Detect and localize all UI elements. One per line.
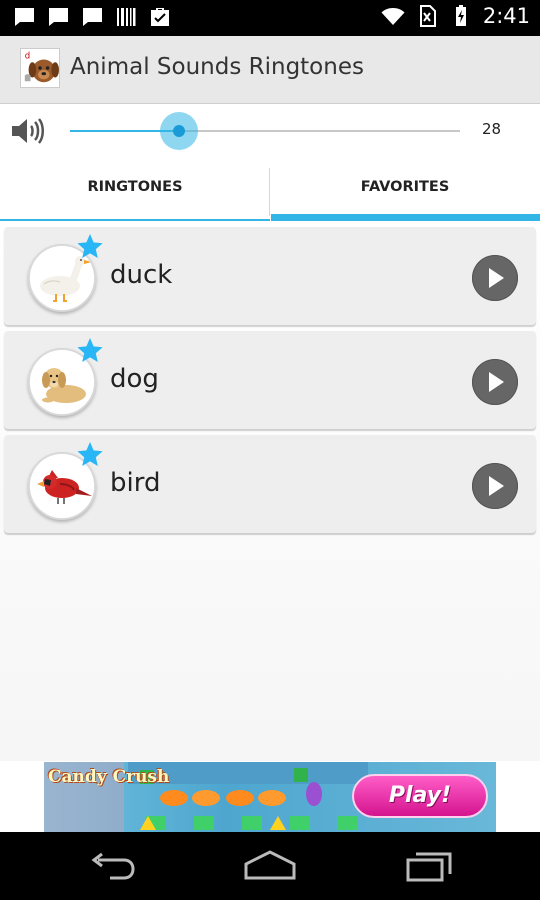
- tab-ringtones[interactable]: RINGTONES: [0, 164, 270, 221]
- clock: 2:41: [482, 4, 530, 28]
- message-icon: [82, 8, 102, 26]
- message-icon: [48, 8, 68, 26]
- barcode-icon: [117, 8, 136, 26]
- navigation-bar: [0, 832, 540, 900]
- ad-brand-logo: Candy Crush: [48, 767, 170, 787]
- notification-icons: [12, 5, 172, 29]
- play-icon: [489, 268, 504, 288]
- system-icons: 2:41: [381, 4, 530, 28]
- play-button[interactable]: [472, 463, 518, 509]
- message-icon: [14, 8, 34, 26]
- ad-banner[interactable]: Candy Crush Play!: [44, 762, 496, 832]
- play-button[interactable]: [472, 359, 518, 405]
- item-label: dog: [110, 364, 159, 394]
- ad-play-button[interactable]: Play!: [352, 774, 488, 818]
- item-label: bird: [110, 468, 161, 498]
- volume-value: 28: [482, 120, 502, 138]
- speaker-icon[interactable]: [10, 116, 44, 146]
- play-icon: [489, 476, 504, 496]
- battery-charging-icon: [455, 5, 466, 26]
- recents-icon[interactable]: [398, 846, 458, 886]
- home-icon[interactable]: [240, 846, 300, 886]
- favorite-star-icon[interactable]: [76, 441, 104, 469]
- tab-bar: RINGTONES FAVORITES: [0, 164, 540, 221]
- svg-text:d: d: [25, 52, 30, 62]
- list-item-dog[interactable]: dog: [4, 331, 536, 429]
- favorite-star-icon[interactable]: [76, 337, 104, 365]
- tab-favorites[interactable]: FAVORITES: [270, 164, 540, 221]
- no-sim-icon: [419, 5, 436, 27]
- back-icon[interactable]: [82, 846, 142, 886]
- play-icon: [489, 372, 504, 392]
- favorites-list: duck dog bird: [0, 221, 540, 761]
- action-bar: d Animal Sounds Ringtones: [0, 36, 540, 104]
- play-button[interactable]: [472, 255, 518, 301]
- volume-row: 28: [0, 104, 540, 160]
- tab-favorites-indicator: [271, 214, 540, 221]
- favorite-star-icon[interactable]: [76, 233, 104, 261]
- item-label: duck: [110, 260, 173, 290]
- status-bar: 2:41: [0, 0, 540, 36]
- list-item-bird[interactable]: bird: [4, 435, 536, 533]
- app-title: Animal Sounds Ringtones: [70, 54, 364, 80]
- app-logo-dog-icon[interactable]: d: [20, 48, 60, 88]
- wifi-icon: [381, 8, 405, 25]
- volume-slider[interactable]: [70, 112, 460, 150]
- briefcase-check-icon: [151, 8, 169, 26]
- list-item-duck[interactable]: duck: [4, 227, 536, 325]
